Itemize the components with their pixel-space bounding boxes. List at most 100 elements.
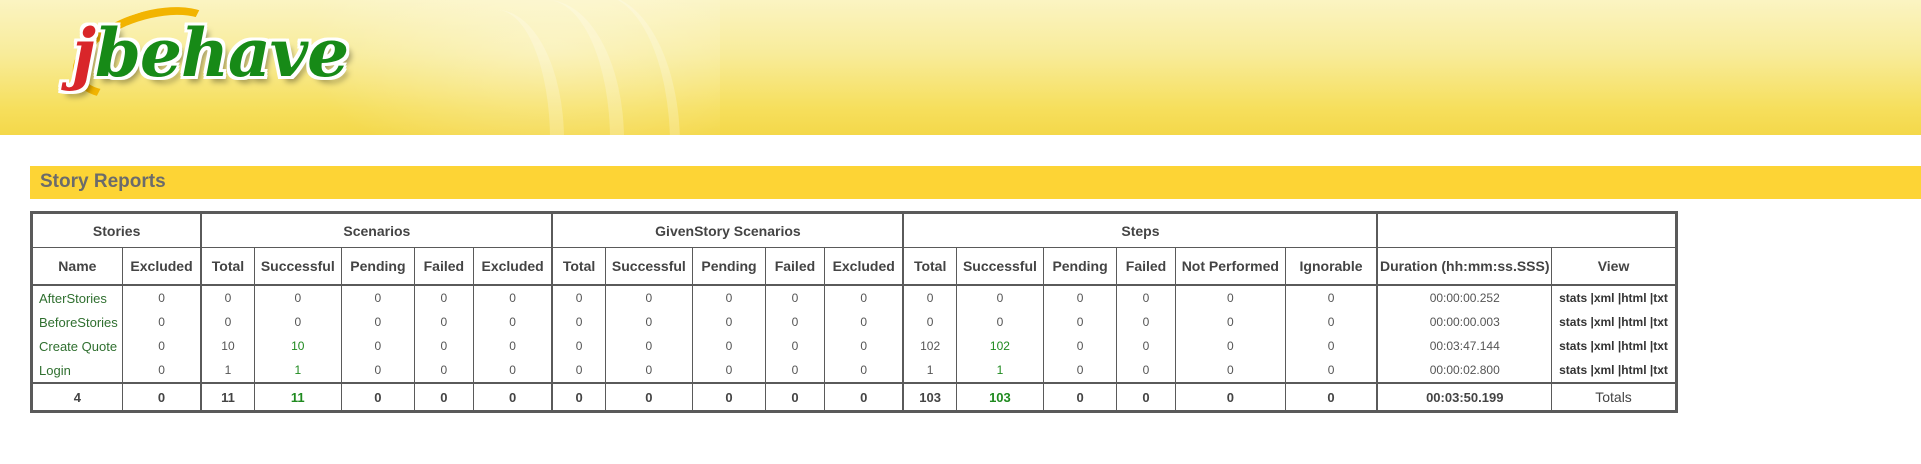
cell-scenarios-failed: 0 — [413, 310, 474, 334]
cell-given-pending: 0 — [691, 358, 766, 383]
story-reports-table: Stories Scenarios GivenStory Scenarios S… — [30, 211, 1678, 413]
cell-scenarios-excluded: 0 — [472, 310, 553, 334]
jbehave-logo[interactable]: jbehave — [30, 0, 349, 117]
story-name-link[interactable]: Login — [31, 358, 123, 383]
cell-duration: 00:00:02.800 — [1376, 358, 1553, 383]
cell-given-excluded: 0 — [823, 285, 904, 310]
group-givenstory-scenarios: GivenStory Scenarios — [551, 212, 904, 248]
view-xml-link[interactable]: |xml — [1590, 291, 1614, 305]
cell-given-successful: 0 — [604, 310, 693, 334]
cell-given-failed: 0 — [764, 334, 825, 358]
cell-excluded: 0 — [121, 334, 202, 358]
view-html-link[interactable]: |html — [1618, 363, 1647, 377]
col-excluded: Excluded — [121, 247, 202, 286]
cell-steps-successful: 1 — [955, 358, 1045, 383]
total-steps-ignorable: 0 — [1284, 382, 1378, 412]
cell-scenarios-pending: 0 — [340, 310, 415, 334]
view-xml-link[interactable]: |xml — [1590, 315, 1614, 329]
cell-scenarios-pending: 0 — [340, 358, 415, 383]
col-steps-pending: Pending — [1043, 247, 1118, 286]
cell-given-successful: 0 — [604, 358, 693, 383]
cell-steps-successful: 0 — [955, 285, 1045, 310]
cell-given-failed: 0 — [764, 358, 825, 383]
col-given-total: Total — [551, 247, 606, 286]
total-scenarios-excluded: 0 — [472, 382, 553, 412]
story-name-link[interactable]: Create Quote — [31, 334, 123, 358]
col-steps-ignorable: Ignorable — [1284, 247, 1378, 286]
table-row: AfterStories 0 0 0 0 0 0 0 0 0 0 0 0 0 0 0 0 0 00:00:00.25… — [31, 285, 1677, 310]
cell-scenarios-excluded: 0 — [472, 285, 553, 310]
cell-steps-pending: 0 — [1043, 285, 1118, 310]
total-given-failed: 0 — [764, 382, 825, 412]
cell-scenarios-failed: 0 — [413, 285, 474, 310]
header-banner: jbehave — [0, 0, 1921, 135]
cell-given-pending: 0 — [691, 285, 766, 310]
view-txt-link[interactable]: |txt — [1650, 291, 1668, 305]
cell-steps-not-performed: 0 — [1174, 358, 1286, 383]
total-given-pending: 0 — [691, 382, 766, 412]
cell-given-failed: 0 — [764, 310, 825, 334]
cell-scenarios-excluded: 0 — [472, 334, 553, 358]
total-steps-not-performed: 0 — [1174, 382, 1286, 412]
view-links: stats |xml |html |txt — [1551, 358, 1677, 383]
view-xml-link[interactable]: |xml — [1590, 363, 1614, 377]
view-xml-link[interactable]: |xml — [1590, 339, 1614, 353]
total-scenarios-total: 11 — [200, 382, 255, 412]
total-excluded: 0 — [121, 382, 202, 412]
cell-given-failed: 0 — [764, 285, 825, 310]
view-txt-link[interactable]: |txt — [1650, 363, 1668, 377]
col-steps-total: Total — [902, 247, 957, 286]
cell-duration: 00:03:47.144 — [1376, 334, 1553, 358]
view-txt-link[interactable]: |txt — [1650, 315, 1668, 329]
table-row: Create Quote 0 10 10 0 0 0 0 0 0 0 0 102 102 0 0 0 0 00:03… — [31, 334, 1677, 358]
cell-given-total: 0 — [551, 334, 606, 358]
group-stories: Stories — [31, 212, 202, 248]
cell-scenarios-successful: 1 — [253, 358, 342, 383]
cell-scenarios-total: 1 — [200, 358, 255, 383]
table-row: Login 0 1 1 0 0 0 0 0 0 0 0 1 1 0 0 0 0 00:00:02.800 stats … — [31, 358, 1677, 383]
table-row: BeforeStories 0 0 0 0 0 0 0 0 0 0 0 0 0 0 0 0 0 00:00:00.0… — [31, 310, 1677, 334]
cell-given-successful: 0 — [604, 285, 693, 310]
cell-duration: 00:00:00.252 — [1376, 285, 1553, 310]
col-steps-not-performed: Not Performed — [1174, 247, 1286, 286]
cell-steps-failed: 0 — [1116, 285, 1176, 310]
view-txt-link[interactable]: |txt — [1650, 339, 1668, 353]
cell-scenarios-total: 0 — [200, 285, 255, 310]
view-html-link[interactable]: |html — [1618, 339, 1647, 353]
logo-text: jbehave — [72, 14, 349, 92]
section-header: Story Reports — [30, 166, 1921, 199]
view-stats-link[interactable]: stats — [1559, 339, 1587, 353]
cell-steps-total: 102 — [902, 334, 957, 358]
story-name-link[interactable]: AfterStories — [31, 285, 123, 310]
view-html-link[interactable]: |html — [1618, 291, 1647, 305]
view-stats-link[interactable]: stats — [1559, 315, 1587, 329]
view-html-link[interactable]: |html — [1618, 315, 1647, 329]
totals-label: Totals — [1551, 382, 1677, 412]
cell-given-excluded: 0 — [823, 310, 904, 334]
cell-given-excluded: 0 — [823, 358, 904, 383]
cell-scenarios-pending: 0 — [340, 285, 415, 310]
story-name-link[interactable]: BeforeStories — [31, 310, 123, 334]
group-blank — [1376, 212, 1678, 248]
col-given-failed: Failed — [764, 247, 825, 286]
col-given-pending: Pending — [691, 247, 766, 286]
cell-excluded: 0 — [121, 358, 202, 383]
cell-excluded: 0 — [121, 310, 202, 334]
cell-steps-pending: 0 — [1043, 310, 1118, 334]
cell-steps-successful: 102 — [955, 334, 1045, 358]
cell-given-pending: 0 — [691, 334, 766, 358]
cell-steps-ignorable: 0 — [1284, 310, 1378, 334]
cell-given-total: 0 — [551, 310, 606, 334]
view-stats-link[interactable]: stats — [1559, 291, 1587, 305]
total-given-excluded: 0 — [823, 382, 904, 412]
total-steps-total: 103 — [902, 382, 957, 412]
total-steps-failed: 0 — [1116, 382, 1176, 412]
view-stats-link[interactable]: stats — [1559, 363, 1587, 377]
cell-given-excluded: 0 — [823, 334, 904, 358]
cell-given-total: 0 — [551, 358, 606, 383]
totals-row: 4 0 11 11 0 0 0 0 0 0 0 0 103 103 0 0 0 0 00:03:50.199 Tota… — [31, 382, 1677, 412]
total-steps-pending: 0 — [1043, 382, 1118, 412]
col-scenarios-successful: Successful — [253, 247, 342, 286]
total-duration: 00:03:50.199 — [1376, 382, 1553, 412]
col-name: Name — [31, 247, 123, 286]
